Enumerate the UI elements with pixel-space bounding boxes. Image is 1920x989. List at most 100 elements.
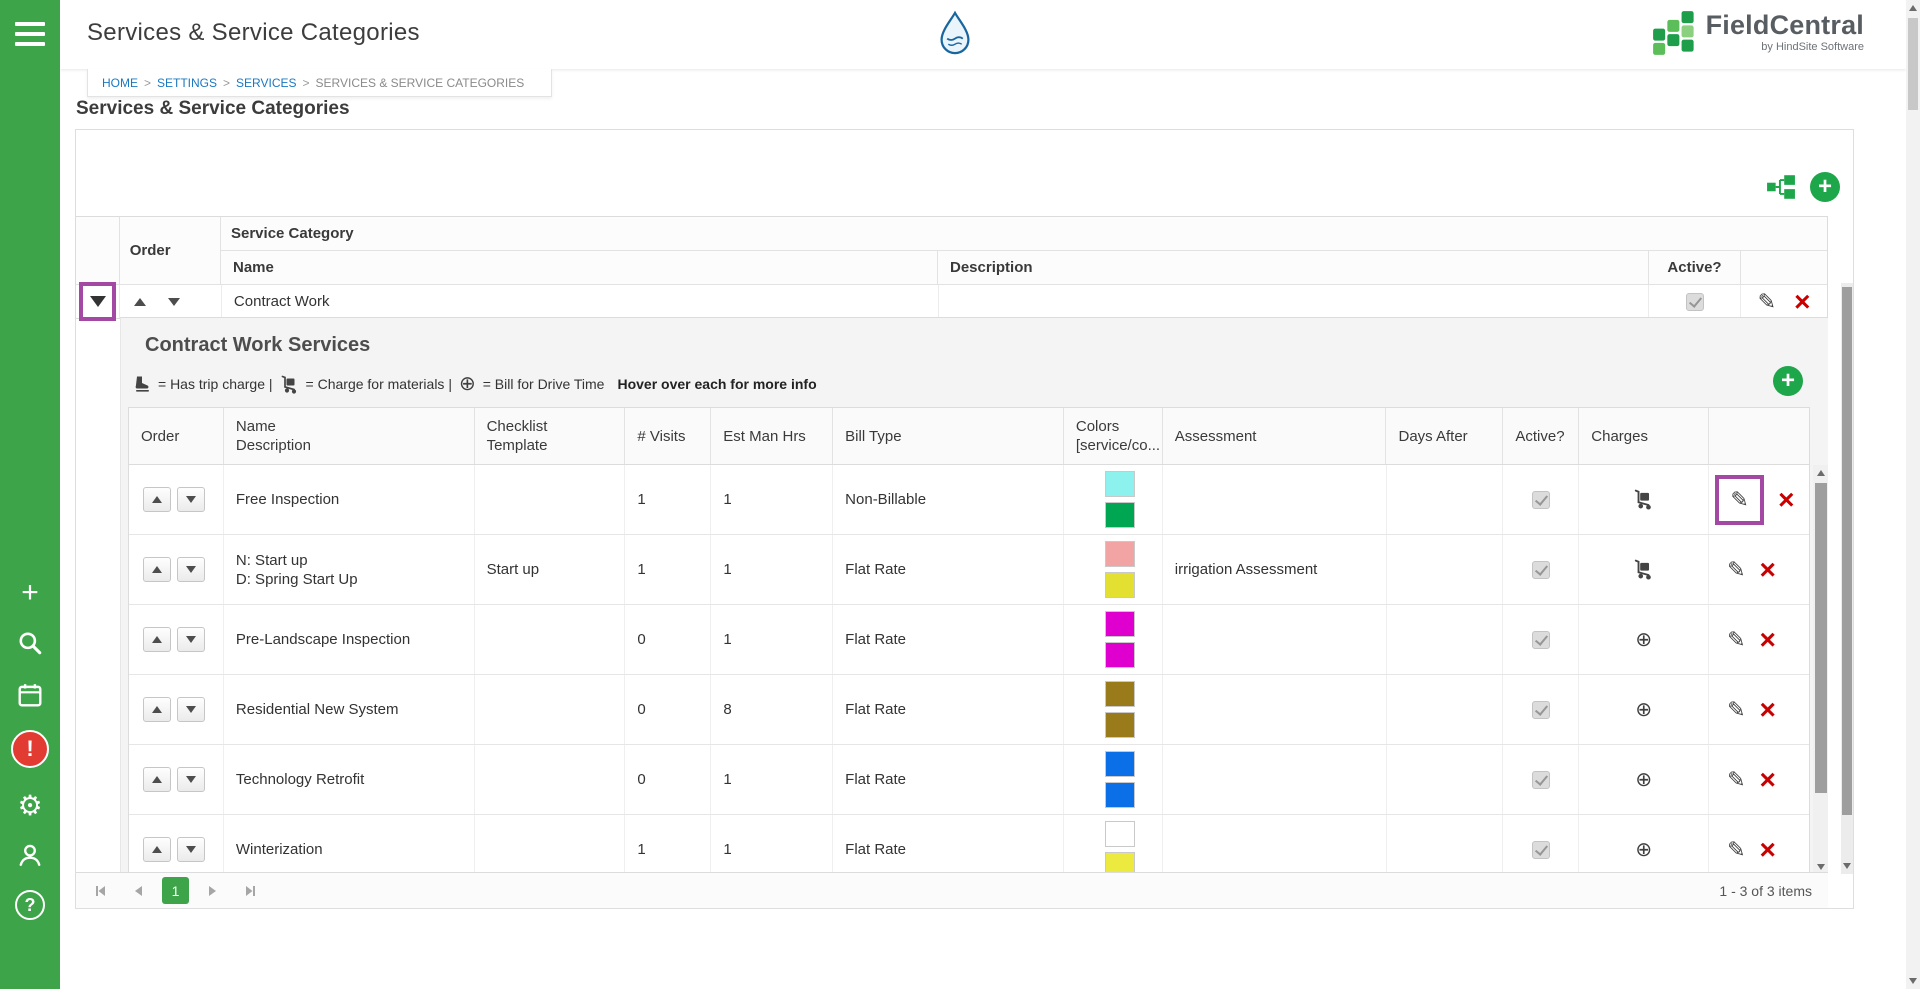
- drive-time-charge-icon[interactable]: ⊕: [1635, 840, 1652, 860]
- move-down-button[interactable]: [177, 697, 205, 722]
- page-scrollbar[interactable]: [1906, 0, 1920, 989]
- visits-column-header: # Visits: [625, 408, 711, 464]
- move-up-button[interactable]: [143, 767, 171, 792]
- secondary-color-swatch: [1105, 852, 1135, 874]
- brand-subtitle: by HindSite Software: [1761, 41, 1864, 53]
- scroll-up-arrow[interactable]: [1906, 0, 1920, 16]
- secondary-color-swatch: [1105, 502, 1135, 528]
- materials-charge-icon[interactable]: [1633, 489, 1654, 510]
- first-page-button[interactable]: [86, 877, 114, 905]
- charges-cell: ⊕: [1579, 745, 1709, 814]
- move-up-button[interactable]: [143, 697, 171, 722]
- page-1-button[interactable]: 1: [162, 877, 189, 904]
- move-down-button[interactable]: [177, 627, 205, 652]
- active-checkbox[interactable]: [1532, 841, 1550, 859]
- category-actions-cell: ✎ ×: [1741, 285, 1827, 318]
- arrow-up-icon: [134, 298, 146, 306]
- edit-service-button[interactable]: ✎: [1727, 629, 1745, 651]
- order-cell: [129, 815, 224, 874]
- add-category-button[interactable]: +: [1810, 172, 1840, 202]
- delete-x-icon: ×: [1760, 624, 1776, 655]
- next-page-button[interactable]: [199, 877, 227, 905]
- category-grid-header: Order Service Category Name Description …: [76, 217, 1827, 284]
- delete-x-icon: ×: [1760, 834, 1776, 865]
- delete-category-button[interactable]: ×: [1794, 291, 1810, 313]
- delete-service-button[interactable]: ×: [1778, 489, 1794, 511]
- move-up-button[interactable]: [143, 627, 171, 652]
- order-cell: [129, 745, 224, 814]
- panel-scrollbar[interactable]: [1841, 283, 1853, 874]
- active-checkbox[interactable]: [1686, 293, 1704, 311]
- delete-service-button[interactable]: ×: [1760, 559, 1776, 581]
- days-after-cell: [1387, 675, 1504, 744]
- delete-service-button[interactable]: ×: [1760, 629, 1776, 651]
- add-button[interactable]: +: [0, 571, 60, 615]
- move-up-button[interactable]: [143, 487, 171, 512]
- edit-service-button[interactable]: ✎: [1727, 769, 1745, 791]
- fieldcentral-logo: FieldCentral by HindSite Software: [1652, 10, 1864, 56]
- delete-service-button[interactable]: ×: [1760, 839, 1776, 861]
- edit-service-button[interactable]: ✎: [1727, 839, 1745, 861]
- move-up-button[interactable]: [143, 837, 171, 862]
- move-category-up-button[interactable]: [132, 296, 148, 308]
- move-category-down-button[interactable]: [166, 296, 182, 308]
- order-cell: [129, 535, 224, 604]
- delete-service-button[interactable]: ×: [1760, 769, 1776, 791]
- drive-time-charge-icon[interactable]: ⊕: [1635, 630, 1652, 650]
- calendar-button[interactable]: [0, 673, 60, 717]
- scroll-up-arrow[interactable]: [1813, 465, 1828, 481]
- scrollbar-thumb[interactable]: [1842, 287, 1852, 815]
- active-checkbox[interactable]: [1532, 771, 1550, 789]
- secondary-color-swatch: [1105, 782, 1135, 808]
- service-category-group-header: Service Category: [221, 217, 1827, 251]
- edit-service-button[interactable]: ✎: [1730, 489, 1748, 511]
- service-color-swatch: [1105, 471, 1135, 497]
- delete-service-button[interactable]: ×: [1760, 699, 1776, 721]
- move-down-button[interactable]: [177, 487, 205, 512]
- drive-time-charge-icon[interactable]: ⊕: [1635, 770, 1652, 790]
- scroll-down-arrow[interactable]: [1906, 973, 1920, 989]
- move-down-button[interactable]: [177, 767, 205, 792]
- move-up-button[interactable]: [143, 557, 171, 582]
- breadcrumb-settings[interactable]: SETTINGS: [157, 76, 217, 90]
- help-button[interactable]: ?: [0, 883, 60, 927]
- account-button[interactable]: [0, 833, 60, 877]
- alerts-button[interactable]: !: [0, 727, 60, 771]
- last-page-button[interactable]: [237, 877, 265, 905]
- scrollbar-thumb[interactable]: [1908, 18, 1918, 110]
- add-service-button[interactable]: +: [1773, 366, 1803, 396]
- materials-charge-icon[interactable]: [1633, 559, 1654, 580]
- est-man-hrs-column-header: Est Man Hrs: [711, 408, 833, 464]
- active-checkbox[interactable]: [1532, 491, 1550, 509]
- active-checkbox[interactable]: [1532, 701, 1550, 719]
- colors-cell: [1064, 605, 1163, 674]
- expand-all-button[interactable]: [1766, 174, 1796, 200]
- services-table-scrollbar[interactable]: [1813, 465, 1828, 874]
- scroll-down-arrow[interactable]: [1841, 858, 1853, 874]
- search-button[interactable]: [0, 621, 60, 665]
- menu-button[interactable]: [0, 12, 60, 56]
- scrollbar-thumb[interactable]: [1815, 483, 1827, 793]
- charges-cell: ⊕: [1579, 605, 1709, 674]
- breadcrumb-home[interactable]: HOME: [102, 76, 138, 90]
- sidebar: + ! ⚙ ?: [0, 0, 60, 989]
- visits-cell: 1: [625, 815, 711, 874]
- breadcrumb-services[interactable]: SERVICES: [236, 76, 296, 90]
- edit-service-button[interactable]: ✎: [1727, 559, 1745, 581]
- settings-button[interactable]: ⚙: [0, 784, 60, 828]
- collapse-detail-button[interactable]: [79, 282, 116, 321]
- colors-cell: [1064, 815, 1163, 874]
- bill-type-cell: Flat Rate: [833, 815, 1064, 874]
- actions-cell: ✎ ×: [1709, 465, 1809, 534]
- active-checkbox[interactable]: [1532, 631, 1550, 649]
- pencil-icon: ✎: [1727, 627, 1745, 652]
- edit-category-button[interactable]: ✎: [1758, 291, 1776, 313]
- assessment-cell: [1163, 465, 1387, 534]
- active-checkbox[interactable]: [1532, 561, 1550, 579]
- move-down-button[interactable]: [177, 557, 205, 582]
- previous-page-button[interactable]: [124, 877, 152, 905]
- drive-time-charge-icon[interactable]: ⊕: [1635, 700, 1652, 720]
- edit-service-button[interactable]: ✎: [1727, 699, 1745, 721]
- order-column-header: Order: [129, 408, 224, 464]
- move-down-button[interactable]: [177, 837, 205, 862]
